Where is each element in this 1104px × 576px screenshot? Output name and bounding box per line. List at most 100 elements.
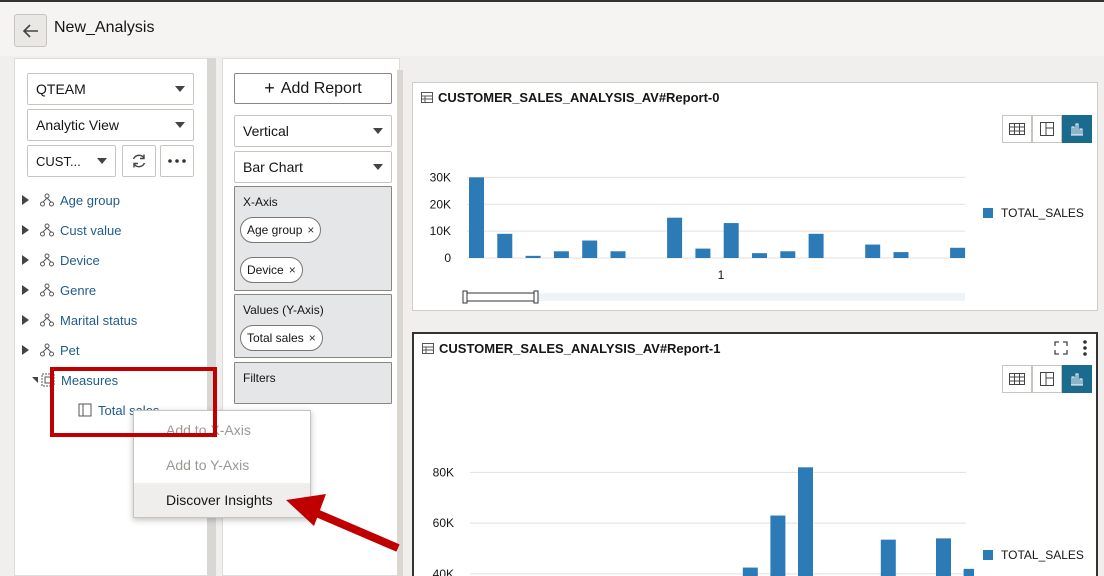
tree-item-label: Device bbox=[60, 252, 100, 268]
table-view-button[interactable] bbox=[1002, 365, 1032, 393]
bar-chart-0: 0 10K 20K 30K 1 bbox=[430, 170, 966, 304]
overview-strip bbox=[465, 293, 965, 301]
chip-total-sales[interactable]: Total sales × bbox=[240, 325, 323, 351]
chart-type-value: Bar Chart bbox=[243, 159, 303, 175]
chip-label: Total sales bbox=[247, 331, 304, 345]
view-type-select[interactable]: Analytic View bbox=[27, 109, 194, 141]
top-bar: New_Analysis bbox=[0, 0, 1104, 56]
chip-label: Age group bbox=[247, 223, 303, 237]
expand-triangle-icon[interactable] bbox=[22, 315, 29, 325]
remove-x-icon[interactable]: × bbox=[309, 331, 316, 345]
bar bbox=[808, 233, 824, 258]
menu-item-add-to-y-axis[interactable]: Add to Y-Axis bbox=[134, 448, 310, 482]
tree-item-cust-value[interactable]: Cust value bbox=[22, 219, 121, 241]
pivot-icon bbox=[1040, 372, 1054, 386]
tree-item-label: Marital status bbox=[60, 312, 138, 328]
filters-drop-zone[interactable]: Filters bbox=[234, 362, 392, 404]
bar bbox=[723, 223, 739, 258]
arrow-left-icon bbox=[22, 23, 38, 38]
hierarchy-icon bbox=[40, 193, 54, 207]
y-tick-label: 80K bbox=[433, 465, 454, 479]
x-tick-label: 1 bbox=[718, 268, 725, 282]
object-select[interactable]: CUST... bbox=[27, 145, 116, 177]
orientation-select[interactable]: Vertical bbox=[234, 115, 392, 147]
chip-device[interactable]: Device × bbox=[240, 257, 303, 283]
ellipsis-icon bbox=[168, 159, 186, 163]
chart-type-select[interactable]: Bar Chart bbox=[234, 151, 392, 183]
chevron-down-icon bbox=[373, 164, 383, 170]
maximize-icon[interactable] bbox=[1054, 341, 1068, 355]
report-card-0[interactable]: CUSTOMER_SALES_ANALYSIS_AV#Report-0 0 10K… bbox=[412, 82, 1098, 311]
pivot-view-button[interactable] bbox=[1032, 365, 1062, 393]
bar bbox=[963, 568, 974, 576]
chart-view-button[interactable] bbox=[1062, 365, 1092, 393]
bar bbox=[798, 467, 813, 576]
hierarchy-icon bbox=[40, 343, 54, 357]
bar bbox=[695, 248, 711, 258]
chip-label: Device bbox=[247, 263, 284, 277]
table-icon bbox=[1009, 123, 1025, 135]
vertical-ellipsis-icon[interactable] bbox=[1082, 339, 1088, 357]
chart-view-button[interactable] bbox=[1062, 115, 1092, 143]
x-axis-title: X-Axis bbox=[243, 195, 278, 209]
bar bbox=[553, 251, 569, 258]
bar bbox=[752, 253, 767, 258]
y-tick-label: 20K bbox=[430, 197, 451, 211]
bar bbox=[893, 252, 909, 258]
expand-triangle-icon[interactable] bbox=[22, 345, 29, 355]
report-card-1[interactable]: CUSTOMER_SALES_ANALYSIS_AV#Report-1 40K 6… bbox=[412, 332, 1098, 576]
bar bbox=[667, 217, 683, 258]
bar bbox=[469, 177, 484, 258]
pivot-icon bbox=[1040, 122, 1054, 136]
table-icon bbox=[1009, 373, 1025, 385]
expand-triangle-icon[interactable] bbox=[22, 255, 29, 265]
add-report-button[interactable]: + Add Report bbox=[234, 73, 392, 104]
tree-item-label: Pet bbox=[60, 342, 80, 358]
expand-triangle-icon[interactable] bbox=[22, 195, 29, 205]
expand-triangle-icon[interactable] bbox=[22, 225, 29, 235]
range-handle-right bbox=[533, 290, 539, 304]
view-toggle-group bbox=[1002, 365, 1092, 393]
chevron-down-icon bbox=[175, 86, 185, 92]
legend-label: TOTAL_SALES bbox=[1001, 206, 1084, 220]
tree-item-age-group[interactable]: Age group bbox=[22, 189, 120, 211]
back-button[interactable] bbox=[14, 14, 47, 47]
chevron-down-icon bbox=[175, 122, 185, 128]
pivot-view-button[interactable] bbox=[1032, 115, 1062, 143]
table-view-button[interactable] bbox=[1002, 115, 1032, 143]
y-tick-label: 60K bbox=[433, 516, 454, 530]
refresh-icon bbox=[132, 154, 146, 168]
annotation-arrow bbox=[286, 494, 400, 552]
hierarchy-icon bbox=[40, 253, 54, 267]
tree-item-genre[interactable]: Genre bbox=[22, 279, 96, 301]
collapse-triangle-icon[interactable] bbox=[32, 377, 38, 383]
tree-item-device[interactable]: Device bbox=[22, 249, 100, 271]
filters-title: Filters bbox=[243, 371, 276, 385]
tree-item-label: Cust value bbox=[60, 222, 122, 238]
refresh-button[interactable] bbox=[122, 145, 156, 177]
orientation-value: Vertical bbox=[243, 123, 289, 139]
bar bbox=[525, 255, 541, 258]
y-tick-label: 0 bbox=[444, 251, 451, 265]
tree-item-marital-status[interactable]: Marital status bbox=[22, 309, 137, 331]
tree-item-pet[interactable]: Pet bbox=[22, 339, 80, 361]
bar bbox=[780, 251, 796, 258]
remove-x-icon[interactable]: × bbox=[307, 223, 314, 237]
bar-chart-icon bbox=[1071, 123, 1083, 136]
chip-age-group[interactable]: Age group × bbox=[240, 217, 322, 243]
chevron-down-icon bbox=[97, 158, 107, 164]
hierarchy-icon bbox=[40, 223, 54, 237]
hierarchy-icon bbox=[40, 283, 54, 297]
plus-icon: + bbox=[264, 78, 275, 98]
bar bbox=[582, 240, 598, 258]
view-toggle-group bbox=[1002, 115, 1092, 143]
schema-select[interactable]: QTEAM bbox=[27, 73, 194, 105]
schema-select-value: QTEAM bbox=[36, 81, 86, 97]
bar bbox=[497, 233, 513, 258]
range-handle-left bbox=[462, 290, 468, 304]
legend-label: TOTAL_SALES bbox=[1001, 548, 1084, 562]
more-options-button[interactable] bbox=[160, 145, 194, 177]
expand-triangle-icon[interactable] bbox=[22, 285, 29, 295]
bar bbox=[610, 251, 626, 258]
remove-x-icon[interactable]: × bbox=[289, 263, 296, 277]
